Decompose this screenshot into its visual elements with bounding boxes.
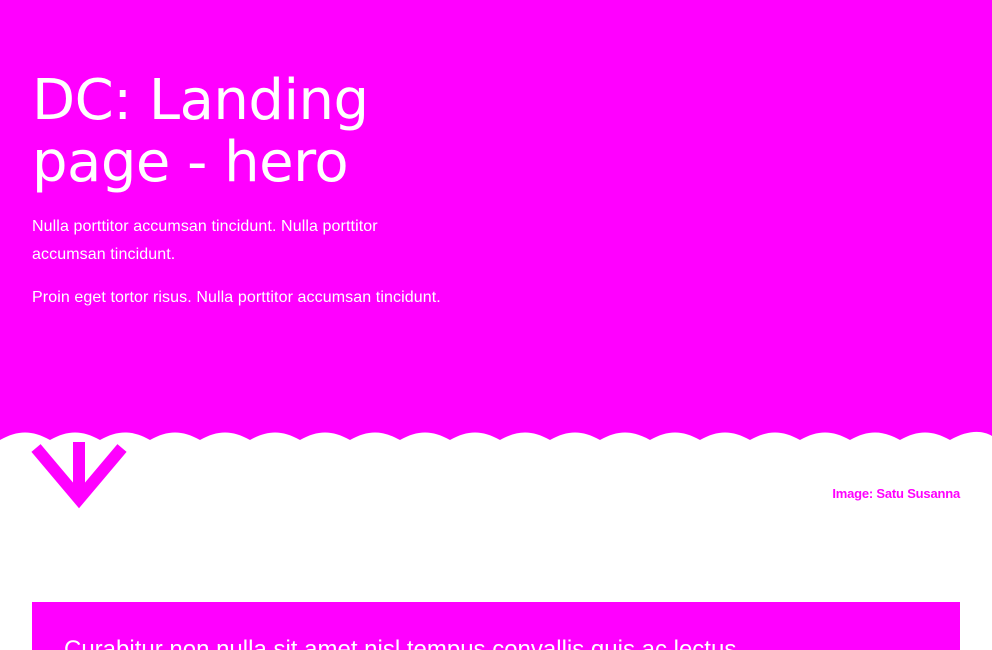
hero-title: DC: Landing page - hero	[32, 68, 369, 195]
arrow-down-icon[interactable]	[30, 442, 128, 510]
quote-text: Curabitur non nulla sit amet nisl tempus…	[64, 636, 743, 650]
hero-paragraph: Nulla porttitor accumsan tincidunt. Null…	[32, 218, 378, 263]
wave-shape	[0, 431, 992, 460]
landing-page: DC: Landing page - hero Nulla porttitor …	[0, 0, 992, 650]
hero-section: DC: Landing page - hero Nulla porttitor …	[0, 0, 992, 446]
image-credit: Image: Satu Susanna	[832, 486, 960, 501]
quote-section: Curabitur non nulla sit amet nisl tempus…	[32, 602, 960, 650]
hero-wave-divider	[0, 431, 992, 460]
hero-paragraph: Proin eget tortor risus. Nulla porttitor…	[32, 289, 441, 306]
